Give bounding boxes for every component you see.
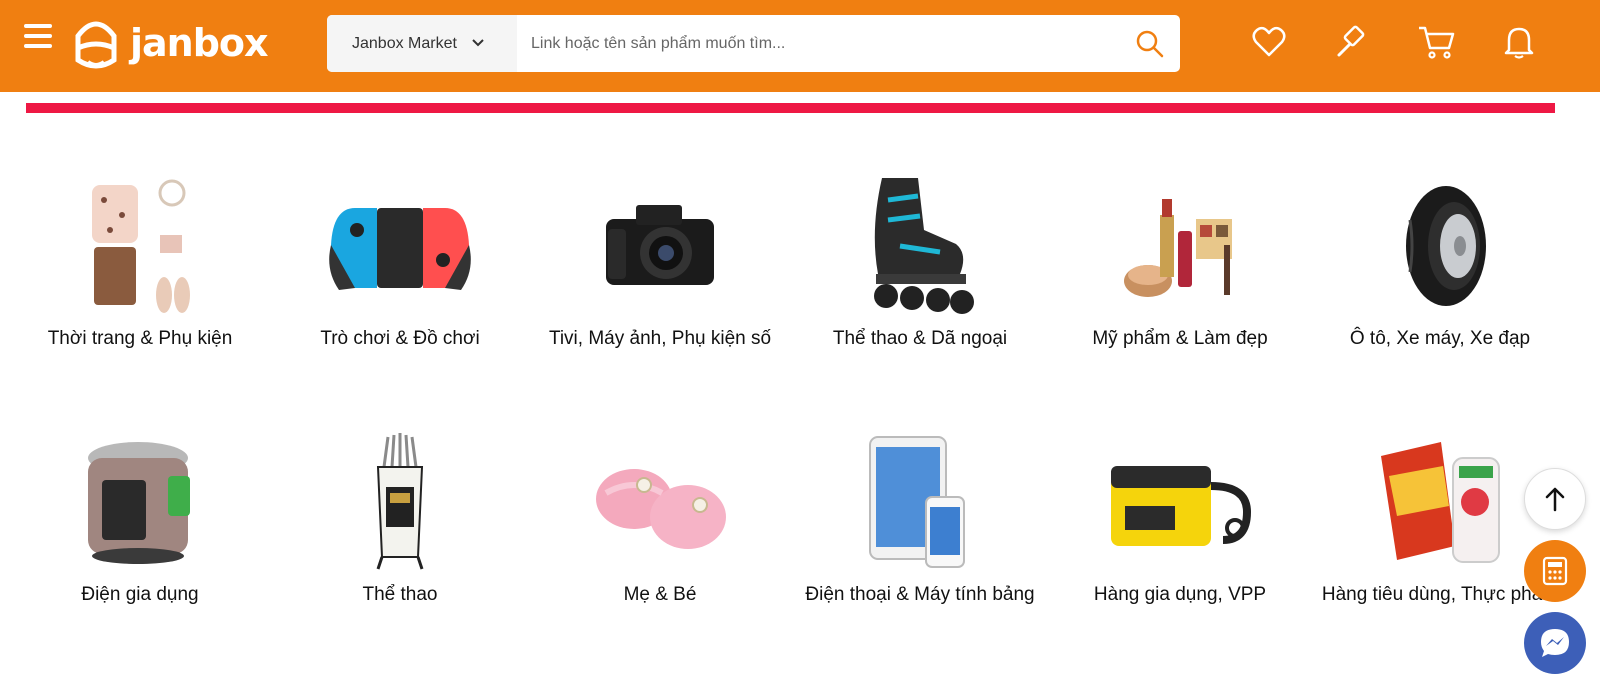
category-label: Mỹ phẩm & Làm đẹp (1092, 328, 1268, 349)
golf-bag-image (320, 421, 480, 581)
category-label: Trò chơi & Đồ chơi (320, 328, 480, 349)
category-sports[interactable]: Thể thao (270, 421, 530, 608)
category-household-stationery[interactable]: Hàng gia dụng, VPP (1050, 421, 1310, 608)
category-phone-tablet[interactable]: Điện thoại & Máy tính bảng (790, 421, 1050, 608)
category-label: Thể thao (362, 584, 438, 605)
pressure-washer-image (1100, 421, 1260, 581)
category-label: Điện gia dụng (81, 584, 199, 605)
promo-banner-strip (26, 103, 1555, 113)
category-home-appliances[interactable]: Điện gia dụng (10, 421, 270, 608)
bell-icon[interactable] (1499, 22, 1539, 62)
category-label: Điện thoại & Máy tính bảng (805, 584, 1035, 605)
category-label: Mẹ & Bé (623, 584, 697, 605)
cosmetics-image (1100, 165, 1260, 325)
category-games-toys[interactable]: Trò chơi & Đồ chơi (270, 165, 530, 352)
fashion-image (60, 165, 220, 325)
calculator-button[interactable] (1524, 540, 1586, 602)
top-header: janbox Janbox Market (0, 0, 1600, 92)
category-label: Tivi, Máy ảnh, Phụ kiện số (548, 328, 772, 349)
market-label: Janbox Market (352, 34, 457, 52)
heart-icon[interactable] (1249, 22, 1289, 62)
cart-icon[interactable] (1416, 22, 1456, 62)
category-label: Thời trang & Phụ kiện (47, 328, 233, 349)
messenger-icon (1541, 629, 1569, 657)
arrow-up-icon (1545, 487, 1565, 512)
switch-controller-image (320, 165, 480, 325)
category-mother-baby[interactable]: Mẹ & Bé (530, 421, 790, 608)
category-label: Ô tô, Xe máy, Xe đạp (1349, 328, 1531, 349)
category-label: Thể thao & Dã ngoại (832, 328, 1008, 349)
scroll-to-top-button[interactable] (1524, 468, 1586, 530)
baby-shoes-image (580, 421, 740, 581)
search-input[interactable] (517, 15, 1120, 72)
chevron-down-icon (471, 35, 485, 53)
janbox-logo-icon (75, 21, 117, 69)
tire-image (1360, 165, 1520, 325)
calculator-icon (1542, 556, 1568, 586)
category-tv-camera[interactable]: Tivi, Máy ảnh, Phụ kiện số (530, 165, 790, 352)
category-sports-outdoor[interactable]: Thể thao & Dã ngoại (790, 165, 1050, 352)
tablet-phone-image (840, 421, 1000, 581)
inline-skate-image (840, 165, 1000, 325)
snacks-image (1360, 421, 1520, 581)
messenger-button[interactable] (1524, 612, 1586, 674)
auction-hammer-icon[interactable] (1332, 22, 1372, 62)
search-icon[interactable] (1120, 15, 1180, 72)
market-selector[interactable]: Janbox Market (327, 15, 517, 72)
category-auto-moto-bike[interactable]: Ô tô, Xe máy, Xe đạp (1310, 165, 1570, 352)
category-cosmetics[interactable]: Mỹ phẩm & Làm đẹp (1050, 165, 1310, 352)
search-bar: Janbox Market (327, 15, 1180, 72)
menu-icon[interactable] (24, 24, 56, 56)
logo[interactable]: janbox (72, 15, 269, 71)
rice-cooker-image (60, 421, 220, 581)
category-fashion[interactable]: Thời trang & Phụ kiện (10, 165, 270, 352)
logo-text: janbox (130, 21, 269, 65)
category-label: Hàng gia dụng, VPP (1093, 584, 1267, 605)
camera-image (580, 165, 740, 325)
